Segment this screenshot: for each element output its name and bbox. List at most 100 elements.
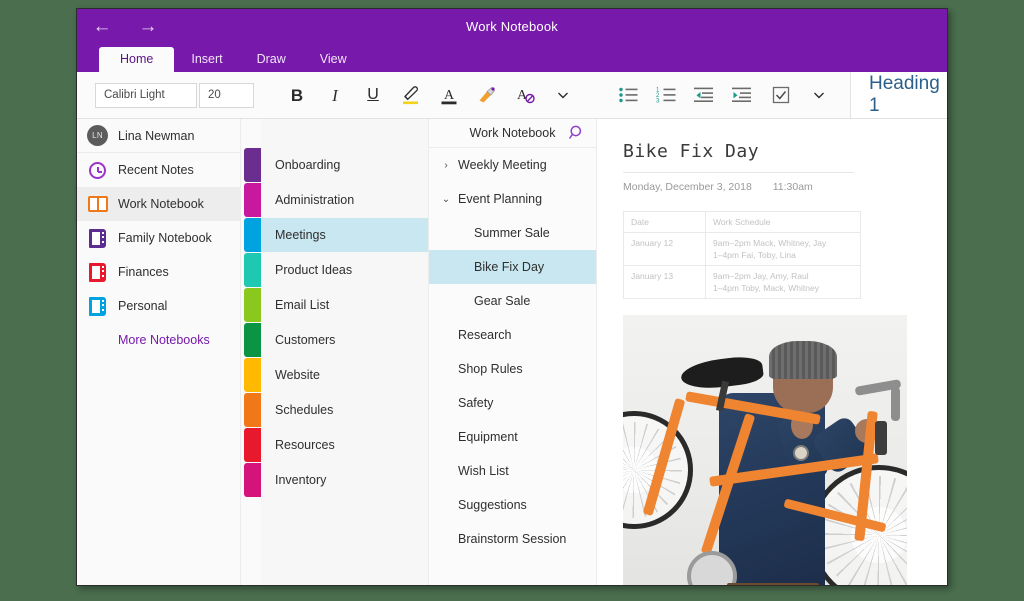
sidebar-item-personal[interactable]: Personal [77, 289, 240, 323]
section-item-customers[interactable]: Customers [261, 323, 428, 357]
page-item-suggestions[interactable]: Suggestions [429, 488, 596, 522]
section-tab-inventory[interactable] [244, 463, 261, 497]
section-tab-onboarding[interactable] [244, 148, 261, 182]
section-tab-website[interactable] [244, 358, 261, 392]
note-title[interactable]: Bike Fix Day [623, 141, 947, 162]
photo-beanie [769, 341, 837, 379]
title-divider [623, 172, 854, 173]
schedule-line-2: 1–4pm Fai, Toby, Lina [713, 250, 796, 260]
open-book-icon [87, 194, 108, 215]
sidebar-item-family-notebook[interactable]: Family Notebook [77, 221, 240, 255]
page-group-weekly-meeting[interactable]: › Weekly Meeting [429, 148, 596, 182]
section-tab-resources[interactable] [244, 428, 261, 462]
page-item-label: Gear Sale [474, 294, 531, 308]
tab-draw[interactable]: Draw [240, 47, 303, 72]
page-item-equipment[interactable]: Equipment [429, 420, 596, 454]
page-item-wish-list[interactable]: Wish List [429, 454, 596, 488]
work-schedule-table[interactable]: Date Work Schedule January 12 9am–2pm Ma… [623, 211, 861, 299]
window-title: Work Notebook [466, 19, 558, 34]
clear-formatting-button[interactable]: A [506, 79, 544, 111]
section-item-inventory[interactable]: Inventory [261, 463, 428, 497]
section-tab-schedules[interactable] [244, 393, 261, 427]
section-item-administration[interactable]: Administration [261, 183, 428, 217]
section-tab-administration[interactable] [244, 183, 261, 217]
section-item-schedules[interactable]: Schedules [261, 393, 428, 427]
todo-tag-button[interactable] [762, 79, 800, 111]
page-item-research[interactable]: Research [429, 318, 596, 352]
page-group-event-planning[interactable]: ⌄ Event Planning [429, 182, 596, 216]
table-cell-schedule: 9am–2pm Jay, Amy, Raul 1–4pm Toby, Mack,… [705, 265, 861, 299]
note-photo[interactable] [623, 315, 907, 585]
note-date: Monday, December 3, 2018 [623, 181, 752, 193]
tab-insert[interactable]: Insert [174, 47, 239, 72]
svg-text:3: 3 [656, 99, 660, 105]
page-item-safety[interactable]: Safety [429, 386, 596, 420]
more-font-options-button[interactable] [544, 79, 582, 111]
schedule-line-1: 9am–2pm Jay, Amy, Raul [713, 271, 809, 281]
sidebar-item-label: Family Notebook [118, 231, 212, 245]
sidebar-item-work-notebook[interactable]: Work Notebook [77, 187, 240, 221]
more-tags-button[interactable] [800, 79, 838, 111]
account-row[interactable]: LN Lina Newman [77, 119, 240, 153]
highlighter-icon [403, 86, 418, 105]
sidebar-item-finances[interactable]: Finances [77, 255, 240, 289]
title-bar: ← → Work Notebook [77, 9, 947, 45]
tab-view[interactable]: View [303, 47, 364, 72]
underline-button[interactable]: U [354, 79, 392, 111]
paintbrush-icon [479, 86, 496, 103]
decrease-indent-button[interactable] [686, 79, 724, 111]
font-name-input[interactable]: Calibri Light [95, 82, 197, 108]
table-row: January 13 9am–2pm Jay, Amy, Raul 1–4pm … [623, 265, 861, 299]
chevron-down-icon [814, 92, 824, 99]
font-color-button[interactable]: A [430, 79, 468, 111]
table-header-date: Date [623, 211, 706, 233]
account-name: Lina Newman [118, 128, 195, 143]
font-group: Calibri Light 20 [77, 82, 254, 108]
svg-text:A: A [444, 88, 455, 103]
section-tab-meetings[interactable] [244, 218, 261, 252]
section-item-product-ideas[interactable]: Product Ideas [261, 253, 428, 287]
page-item-brainstorm-session[interactable]: Brainstorm Session [429, 522, 596, 556]
section-item-onboarding[interactable]: Onboarding [261, 148, 428, 182]
page-item-label: Suggestions [458, 498, 527, 512]
bold-button[interactable]: B [278, 79, 316, 111]
sidebar-item-label: Personal [118, 299, 168, 313]
page-item-summer-sale[interactable]: Summer Sale [429, 216, 596, 250]
page-item-shop-rules[interactable]: Shop Rules [429, 352, 596, 386]
app-body: LN Lina Newman Recent Notes Work Noteboo… [77, 119, 947, 585]
note-timestamp: Monday, December 3, 2018 11:30am [623, 181, 947, 193]
chevron-down-icon[interactable]: ⌄ [438, 194, 454, 205]
section-item-meetings[interactable]: Meetings [261, 218, 428, 252]
more-notebooks-link[interactable]: More Notebooks [77, 323, 240, 357]
section-item-email-list[interactable]: Email List [261, 288, 428, 322]
note-canvas[interactable]: Bike Fix Day Monday, December 3, 2018 11… [597, 119, 947, 585]
section-tab-product-ideas[interactable] [244, 253, 261, 287]
chevron-down-icon [558, 92, 568, 99]
bullet-list-icon [619, 87, 638, 103]
highlight-button[interactable] [392, 79, 430, 111]
section-tab-customers[interactable] [244, 323, 261, 357]
format-painter-button[interactable] [468, 79, 506, 111]
photo-handlebar-stem [891, 387, 900, 421]
search-icon[interactable] [568, 124, 586, 142]
note-time: 11:30am [772, 181, 813, 193]
italic-button[interactable]: I [316, 79, 354, 111]
tab-home[interactable]: Home [99, 47, 175, 72]
sidebar-item-recent-notes[interactable]: Recent Notes [77, 153, 240, 187]
font-color-icon: A [441, 88, 457, 105]
table-header-schedule: Work Schedule [705, 211, 861, 233]
section-item-resources[interactable]: Resources [261, 428, 428, 462]
page-item-label: Brainstorm Session [458, 532, 567, 546]
numbering-button[interactable]: 1 2 3 [648, 79, 686, 111]
chevron-right-icon[interactable]: › [438, 160, 454, 171]
increase-indent-button[interactable] [724, 79, 762, 111]
style-selector[interactable]: Heading 1 [850, 72, 947, 118]
section-item-website[interactable]: Website [261, 358, 428, 392]
font-size-input[interactable]: 20 [199, 82, 254, 108]
notebook-sidebar: LN Lina Newman Recent Notes Work Noteboo… [77, 119, 241, 585]
table-cell-schedule: 9am–2pm Mack, Whitney, Jay 1–4pm Fai, To… [705, 232, 861, 266]
page-item-gear-sale[interactable]: Gear Sale [429, 284, 596, 318]
bullets-button[interactable] [610, 79, 648, 111]
section-tab-email-list[interactable] [244, 288, 261, 322]
page-item-bike-fix-day[interactable]: Bike Fix Day [429, 250, 596, 284]
